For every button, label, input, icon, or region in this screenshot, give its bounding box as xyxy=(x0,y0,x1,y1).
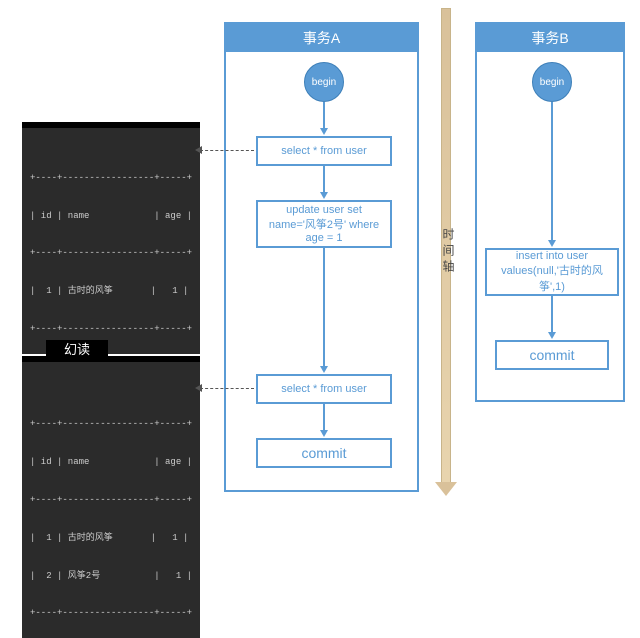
transaction-a-select1: select * from user xyxy=(256,136,392,166)
transaction-b-title: 事务B xyxy=(477,24,623,52)
dashed-arrow-icon xyxy=(195,384,202,392)
result2-row: | 1 | 古时的风筝 | 1 | xyxy=(30,532,192,545)
dashed-arrow-icon xyxy=(195,146,202,154)
arrow-line xyxy=(323,166,325,194)
arrow-line xyxy=(323,404,325,432)
transaction-a-begin: begin xyxy=(304,62,344,102)
transaction-a-commit: commit xyxy=(256,438,392,468)
transaction-a-panel: 事务A begin select * from user update user… xyxy=(224,22,419,492)
result-table-1: +----+-----------------+-----+ | id | na… xyxy=(22,128,200,354)
arrow-icon xyxy=(548,332,556,339)
result2-row: | 2 | 风筝2号 | 1 | xyxy=(30,570,192,583)
dashed-connector xyxy=(200,388,254,389)
timeline-label: 时间轴 xyxy=(440,228,457,276)
arrow-icon xyxy=(548,240,556,247)
arrow-icon xyxy=(320,366,328,373)
transaction-b-insert: insert into user values(null,'古时的风筝',1) xyxy=(485,248,619,296)
table-top-bar xyxy=(22,122,200,128)
arrow-icon xyxy=(320,128,328,135)
result1-divider: +----+-----------------+-----+ xyxy=(30,323,192,336)
transaction-a-select2: select * from user xyxy=(256,374,392,404)
result1-divider: +----+-----------------+-----+ xyxy=(30,172,192,185)
result2-header: | id | name | age | xyxy=(30,456,192,469)
transaction-a-title: 事务A xyxy=(226,24,417,52)
arrow-line xyxy=(551,296,553,334)
transaction-a-update: update user set name='风筝2号' where age = … xyxy=(256,200,392,248)
result2-divider: +----+-----------------+-----+ xyxy=(30,607,192,620)
result-table-2: 幻读 +----+-----------------+-----+ | id |… xyxy=(22,362,200,638)
arrow-line xyxy=(551,102,553,242)
result1-row: | 1 | 古时的风筝 | 1 | xyxy=(30,285,192,298)
transaction-b-panel: 事务B begin insert into user values(null,'… xyxy=(475,22,625,402)
transaction-b-commit: commit xyxy=(495,340,609,370)
timeline-arrow: 时间轴 xyxy=(437,8,455,496)
result1-divider: +----+-----------------+-----+ xyxy=(30,247,192,260)
arrow-icon xyxy=(320,192,328,199)
table-top-bar xyxy=(22,356,200,362)
arrow-line xyxy=(323,102,325,130)
timeline-arrowhead xyxy=(435,482,457,496)
transaction-b-begin: begin xyxy=(532,62,572,102)
result1-header: | id | name | age | xyxy=(30,210,192,223)
arrow-line xyxy=(323,248,325,368)
arrow-icon xyxy=(320,430,328,437)
dashed-connector xyxy=(200,150,254,151)
result2-divider: +----+-----------------+-----+ xyxy=(30,418,192,431)
